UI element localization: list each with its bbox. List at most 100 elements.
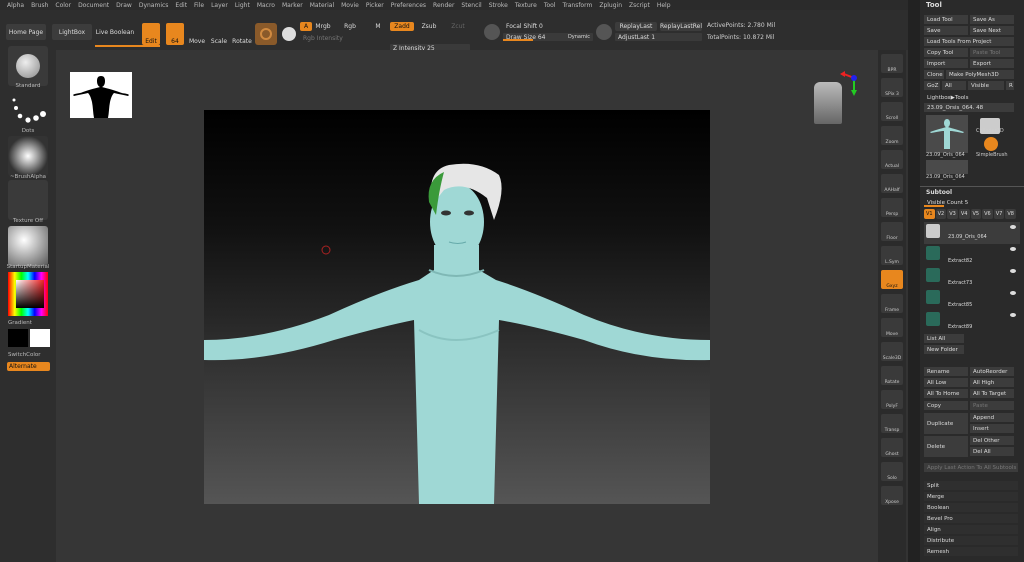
menu-layer[interactable]: Layer	[211, 2, 228, 9]
tool-thumb-1[interactable]	[926, 115, 968, 153]
auto-reorder-button[interactable]: AutoReorder	[970, 367, 1014, 376]
eye-icon[interactable]	[1010, 247, 1016, 251]
paste-subtool-button[interactable]: Paste	[970, 401, 1014, 410]
version-tab-v4[interactable]: V4	[958, 209, 970, 219]
menu-picker[interactable]: Picker	[366, 2, 384, 9]
copy-tool-button[interactable]: Copy Tool	[924, 48, 968, 57]
eye-icon[interactable]	[1010, 291, 1016, 295]
tool-thumb-2[interactable]	[926, 160, 968, 174]
shelf-actual[interactable]: Actual	[881, 150, 903, 169]
del-other-button[interactable]: Del Other	[970, 436, 1014, 445]
document-viewport[interactable]	[204, 110, 710, 504]
replay-last-button[interactable]: ReplayLast	[615, 22, 657, 31]
menu-color[interactable]: Color	[55, 2, 71, 9]
menu-material[interactable]: Material	[310, 2, 334, 9]
rgb-button[interactable]: Rgb	[344, 22, 356, 31]
version-tab-v2[interactable]: V2	[935, 209, 947, 219]
menu-movie[interactable]: Movie	[341, 2, 359, 9]
r-button[interactable]: R	[1006, 81, 1014, 90]
lightbox-tools-button[interactable]: Lightbox▶Tools	[924, 93, 1014, 102]
subtool-row[interactable]: 23.09_Oris_064	[924, 222, 1020, 244]
split-section[interactable]: Split	[924, 481, 1018, 490]
a-button[interactable]: A	[300, 22, 312, 31]
save-as-button[interactable]: Save As	[970, 15, 1014, 24]
axis-gizmo[interactable]	[840, 70, 864, 96]
menu-stroke[interactable]: Stroke	[489, 2, 508, 9]
navigation-head-gizmo[interactable]	[814, 82, 842, 124]
secondary-color-swatch[interactable]	[30, 329, 50, 347]
merge-section[interactable]: Merge	[924, 492, 1018, 501]
all-button[interactable]: All	[942, 81, 966, 90]
subtool-row[interactable]: Extract82	[924, 244, 1020, 266]
menu-zplugin[interactable]: Zplugin	[599, 2, 622, 9]
rgb-intensity-slider[interactable]: Rgb Intensity	[300, 34, 390, 42]
copy-subtool-button[interactable]: Copy	[924, 401, 968, 410]
shelf-gxyz[interactable]: Gxyz	[881, 270, 903, 289]
draw-mode-button[interactable]: 64	[166, 23, 184, 45]
shelf-polyf[interactable]: PolyF	[881, 390, 903, 409]
draw-size-slider[interactable]: Draw Size 64 Dynamic	[503, 33, 593, 41]
focal-shift-slider[interactable]: Focal Shift 0	[503, 22, 593, 30]
eye-icon[interactable]	[1010, 269, 1016, 273]
eye-icon[interactable]	[1010, 225, 1016, 229]
delete-button[interactable]: Delete	[924, 436, 968, 457]
m-button[interactable]: M	[374, 22, 382, 31]
texture-thumb[interactable]	[8, 180, 48, 220]
rotate-mode-button[interactable]: Rotate	[232, 23, 252, 45]
menu-help[interactable]: Help	[657, 2, 671, 9]
make-polymesh-button[interactable]: Make PolyMesh3D	[946, 70, 1014, 79]
version-tab-v5[interactable]: V5	[970, 209, 982, 219]
menu-file[interactable]: File	[194, 2, 204, 9]
adjust-last-slider[interactable]: AdjustLast 1	[615, 33, 702, 41]
menu-macro[interactable]: Macro	[257, 2, 275, 9]
menu-dynamics[interactable]: Dynamics	[139, 2, 169, 9]
menu-texture[interactable]: Texture	[515, 2, 537, 9]
menu-draw[interactable]: Draw	[116, 2, 132, 9]
shelf-rotate[interactable]: Rotate	[881, 366, 903, 385]
shelf-xpose[interactable]: Xpose	[881, 486, 903, 505]
alternate-button[interactable]: Alternate	[7, 362, 50, 371]
spotlight-icon[interactable]	[484, 24, 500, 40]
primary-color-swatch[interactable]	[8, 329, 28, 347]
subtool-row[interactable]: Extract73	[924, 266, 1020, 288]
simplebrush-thumb[interactable]	[984, 137, 998, 151]
shelf-move[interactable]: Move	[881, 318, 903, 337]
menu-stencil[interactable]: Stencil	[461, 2, 481, 9]
material-swatch[interactable]	[255, 23, 277, 45]
subtool-row[interactable]: Extract85	[924, 288, 1020, 310]
replay-last-rel-button[interactable]: ReplayLastRel	[660, 22, 702, 31]
remesh-section[interactable]: Remesh	[924, 547, 1018, 556]
goz-button[interactable]: GoZ	[924, 81, 940, 90]
zsub-button[interactable]: Zsub	[420, 22, 438, 31]
menu-light[interactable]: Light	[235, 2, 250, 9]
align-section[interactable]: Align	[924, 525, 1018, 534]
shelf-l-sym[interactable]: L.Sym	[881, 246, 903, 265]
move-mode-button[interactable]: Move	[189, 23, 205, 45]
live-boolean-button[interactable]: Live Boolean	[95, 24, 135, 40]
del-all-button[interactable]: Del All	[970, 447, 1014, 456]
dots-stroke-thumb[interactable]	[8, 92, 48, 132]
mrgb-button[interactable]: Mrgb	[314, 22, 332, 31]
insert-button[interactable]: Insert	[970, 424, 1014, 433]
menu-document[interactable]: Document	[78, 2, 109, 9]
all-to-home-button[interactable]: All To Home	[924, 389, 968, 398]
edit-mode-button[interactable]: Edit	[142, 23, 160, 45]
shelf-spix-3[interactable]: SPix 3	[881, 78, 903, 97]
version-tab-v7[interactable]: V7	[993, 209, 1005, 219]
menu-zscript[interactable]: Zscript	[629, 2, 650, 9]
lightbox-button[interactable]: LightBox	[52, 24, 92, 40]
menu-tool[interactable]: Tool	[544, 2, 556, 9]
dynamics-icon[interactable]	[596, 24, 612, 40]
clone-button[interactable]: Clone	[924, 70, 944, 79]
version-tab-v3[interactable]: V3	[947, 209, 958, 219]
version-tab-v6[interactable]: V6	[982, 209, 993, 219]
standard-brush-thumb[interactable]	[8, 46, 48, 86]
rename-button[interactable]: Rename	[924, 367, 968, 376]
zadd-button[interactable]: Zadd	[390, 22, 414, 31]
save-next-button[interactable]: Save Next	[970, 26, 1014, 35]
new-folder-button[interactable]: New Folder	[924, 345, 964, 354]
import-button[interactable]: Import	[924, 59, 968, 68]
shelf-zoom[interactable]: Zoom	[881, 126, 903, 145]
shelf-ghost[interactable]: Ghost	[881, 438, 903, 457]
menu-render[interactable]: Render	[433, 2, 454, 9]
